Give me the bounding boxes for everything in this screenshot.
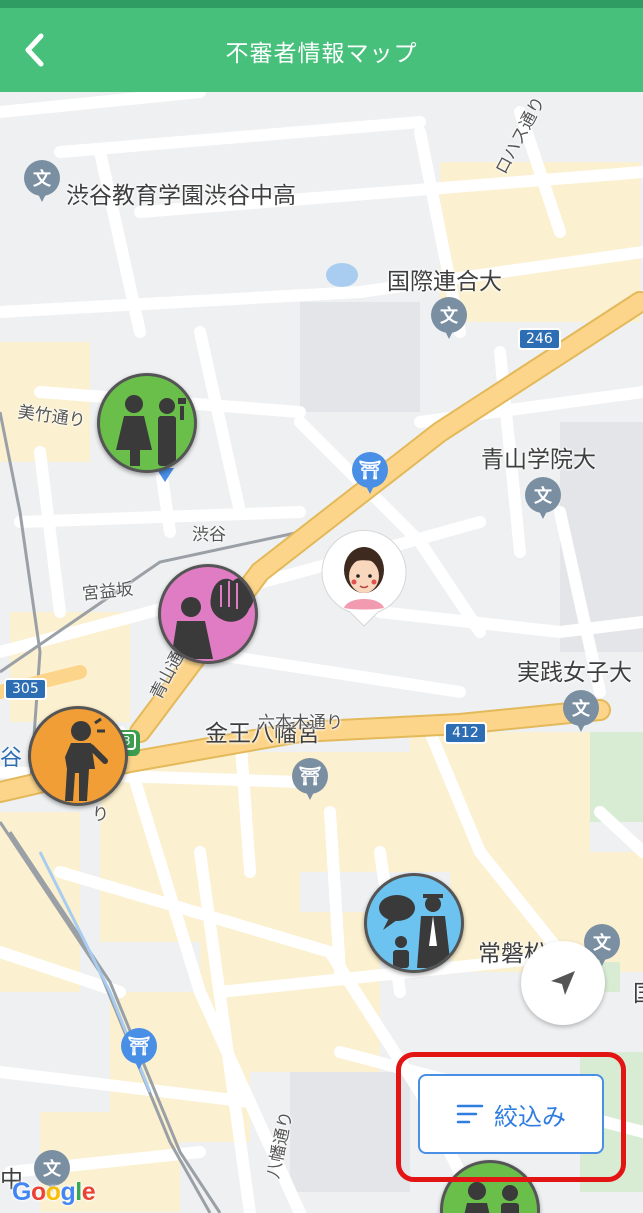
school-pin-icon[interactable]: 文 [24,160,60,206]
place-label-kuni: 国 [633,974,643,1008]
shrine-pin-icon[interactable]: ⛩ [292,758,328,804]
street-label-miyamasuzaka: 宮益坂 [81,579,135,605]
school-pin-icon[interactable]: 文 [525,477,561,523]
my-location-button[interactable] [521,941,605,1025]
route-shield-412: 412 [444,722,487,744]
staggering-person-icon [65,717,108,801]
station-pin-icon[interactable]: ⛩ [121,1028,157,1074]
place-label-kokusai-rengo: 国際連合大 [387,269,502,295]
page-title: 不審者情報マップ [225,41,418,67]
filter-lines-icon [456,1104,484,1124]
user-location-marker[interactable] [318,529,410,630]
place-label-shibuya-school: 渋谷教育学園渋谷中高 [66,183,296,209]
incident-marker-talking[interactable] [364,873,464,973]
incident-marker-suspicious[interactable] [28,706,128,806]
speech-bubble-stranger-icon [379,894,451,968]
app-header: 不審者情報マップ [0,8,643,92]
google-letter: e [81,1178,96,1206]
street-label-ri: り [92,805,109,825]
grabbing-hand-icon [171,578,254,659]
filter-button-label: 絞込み [494,1102,566,1131]
street-label-roppongi: 六本木通り [258,713,343,733]
status-strip [0,0,643,8]
filter-button[interactable]: 絞込み [418,1074,604,1154]
street-label-tani: 谷 [0,746,23,771]
school-pin-icon[interactable]: 文 [431,297,467,343]
station-pin-icon[interactable]: ⛩ [352,452,388,498]
place-label-jissen-joshi: 実践女子大 [517,660,632,686]
street-label-shibuya: 渋谷 [192,525,226,545]
google-attribution-logo: Google [12,1178,96,1207]
navigation-arrow-icon [551,971,575,995]
incident-marker-grabbing[interactable] [158,564,258,664]
incident-marker-loitering[interactable] [97,373,197,473]
route-shield-305: 305 [4,678,47,700]
school-pin-icon[interactable]: 文 [563,690,599,736]
map-view[interactable]: 渋谷教育学園渋谷中高 国際連合大 青山学院大 実践女子大 常磐松小 中 国 美竹… [0,92,643,1213]
google-letter: G [12,1178,31,1206]
google-letter: g [60,1178,76,1206]
place-label-aoyama-gakuin: 青山学院大 [481,447,596,473]
google-letter: o [30,1178,46,1206]
google-letter: o [45,1178,61,1206]
route-shield-246: 246 [518,328,561,350]
women-silhouette-icon [116,395,186,466]
user-avatar-icon [321,529,407,627]
